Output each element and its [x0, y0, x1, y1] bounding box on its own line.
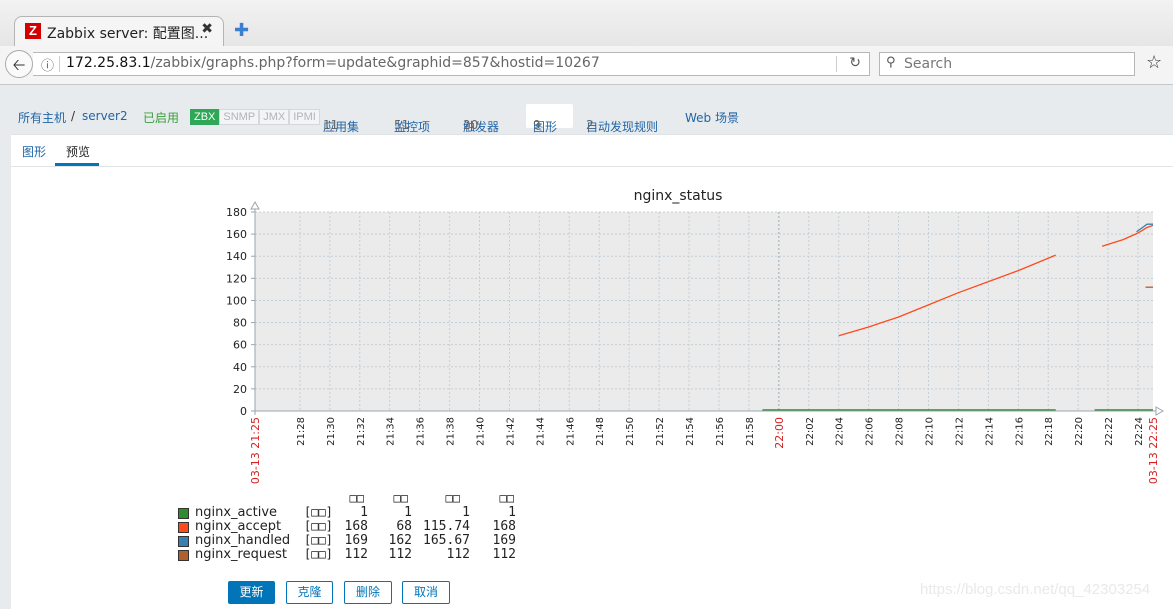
- legend-max: 168: [492, 519, 516, 534]
- legend-last: 169: [344, 533, 368, 548]
- x-tick-label: 22:12: [954, 417, 965, 446]
- x-tick-label: 22:24: [1134, 417, 1145, 446]
- x-tick-label: 21:56: [715, 417, 726, 446]
- x-tick-label: 21:42: [505, 417, 516, 446]
- legend-swatch: [178, 536, 189, 547]
- x-tick-label: 21:32: [356, 417, 367, 446]
- legend-name: nginx_accept: [195, 519, 282, 534]
- x-tick-label: 21:50: [625, 417, 636, 446]
- x-tick-label: 21:58: [745, 417, 756, 446]
- x-tick-label: 21:36: [416, 417, 427, 446]
- legend-name: nginx_active: [195, 505, 278, 520]
- legend-avg: 115.74: [423, 519, 470, 534]
- y-tick-label: 180: [226, 206, 247, 219]
- y-tick-label: 20: [233, 383, 247, 396]
- x-tick-label: 22:16: [1014, 417, 1025, 446]
- x-axis-arrow-icon: [1155, 406, 1165, 416]
- legend-row: nginx_request [□□] 112 112 112 112: [178, 547, 518, 562]
- x-tick-label: 22:10: [925, 417, 936, 446]
- y-tick-label: 0: [240, 405, 247, 418]
- y-tick-label: 160: [226, 228, 247, 241]
- legend-header-avg: □□: [445, 491, 460, 505]
- y-axis-ticks: 0 20 40 60 80 100 120 140 160 180: [226, 206, 255, 418]
- x-tick-label: 21:48: [595, 417, 606, 446]
- legend-min: 162: [388, 533, 412, 548]
- x-end-label: 03-13 22:25: [1147, 417, 1160, 484]
- x-tick-label: 22:18: [1044, 417, 1055, 446]
- legend-last: 112: [344, 547, 368, 562]
- x-tick-label: 21:38: [446, 417, 457, 446]
- legend-min: 68: [396, 519, 412, 534]
- legend-avg: 112: [446, 547, 470, 562]
- x-tick-label: 21:44: [535, 417, 546, 446]
- x-tick-label: 21:34: [386, 417, 397, 446]
- legend-swatch: [178, 508, 189, 519]
- legend-name: nginx_request: [195, 547, 287, 562]
- legend-min: 1: [404, 505, 412, 520]
- y-tick-label: 40: [233, 361, 247, 374]
- legend-header: □□ □□ □□ □□: [178, 491, 518, 506]
- legend-row: nginx_handled [□□] 169 162 165.67 169: [178, 533, 518, 548]
- legend-row: nginx_active [□□] 1 1 1 1: [178, 505, 518, 520]
- clone-button[interactable]: 克隆: [286, 581, 333, 604]
- update-button[interactable]: 更新: [228, 581, 275, 604]
- y-tick-label: 120: [226, 272, 247, 285]
- x-tick-label: 22:04: [835, 417, 846, 446]
- x-tick-label: 22:06: [865, 417, 876, 446]
- legend-header-last: □□: [349, 491, 364, 505]
- legend-header-min: □□: [393, 491, 408, 505]
- x-tick-label: 21:30: [326, 417, 337, 446]
- legend-avg: 165.67: [423, 533, 470, 548]
- legend-swatch: [178, 522, 189, 533]
- legend-avg: 1: [462, 505, 470, 520]
- y-axis-arrow-icon: [250, 200, 260, 210]
- y-tick-label: 60: [233, 339, 247, 352]
- legend-last: 1: [360, 505, 368, 520]
- x-tick-label: 21:52: [655, 417, 666, 446]
- legend-name: nginx_handled: [195, 533, 291, 548]
- x-tick-label: 22:00: [773, 417, 786, 449]
- legend-max: 1: [508, 505, 516, 520]
- legend-swatch: [178, 550, 189, 561]
- cancel-button[interactable]: 取消: [402, 581, 450, 604]
- watermark: https://blog.csdn.net/qq_42303254: [920, 581, 1151, 598]
- y-tick-label: 100: [226, 294, 247, 307]
- chart-title: nginx_status: [634, 188, 723, 204]
- legend-row: nginx_accept [□□] 168 68 115.74 168: [178, 519, 518, 534]
- legend-min: 112: [388, 547, 412, 562]
- legend-last: 168: [344, 519, 368, 534]
- legend-max: 112: [492, 547, 516, 562]
- x-tick-label: 22:20: [1074, 417, 1085, 446]
- y-tick-label: 80: [233, 317, 247, 330]
- x-tick-label: 22:14: [984, 417, 995, 446]
- x-tick-label: 21:54: [685, 417, 696, 446]
- x-tick-label: 22:22: [1104, 417, 1115, 446]
- x-tick-label: 21:46: [565, 417, 576, 446]
- x-tick-label: 21:40: [476, 417, 487, 446]
- legend-header-max: □□: [499, 491, 514, 505]
- x-tick-label: 22:02: [805, 417, 816, 446]
- y-tick-label: 140: [226, 250, 247, 263]
- graph-chart: nginx_status 0 20 40 60 80 100 120 140 160 180 21…: [226, 188, 1165, 484]
- x-tick-label: 22:08: [895, 417, 906, 446]
- delete-button[interactable]: 删除: [344, 581, 392, 604]
- legend-max: 169: [492, 533, 516, 548]
- x-start-label: 03-13 21:25: [249, 417, 262, 484]
- x-axis-ticks: 21:28 21:30 21:32 21:34 21:36 21:38 21:40 21:42…: [249, 417, 1160, 484]
- x-tick-label: 21:28: [296, 417, 307, 446]
